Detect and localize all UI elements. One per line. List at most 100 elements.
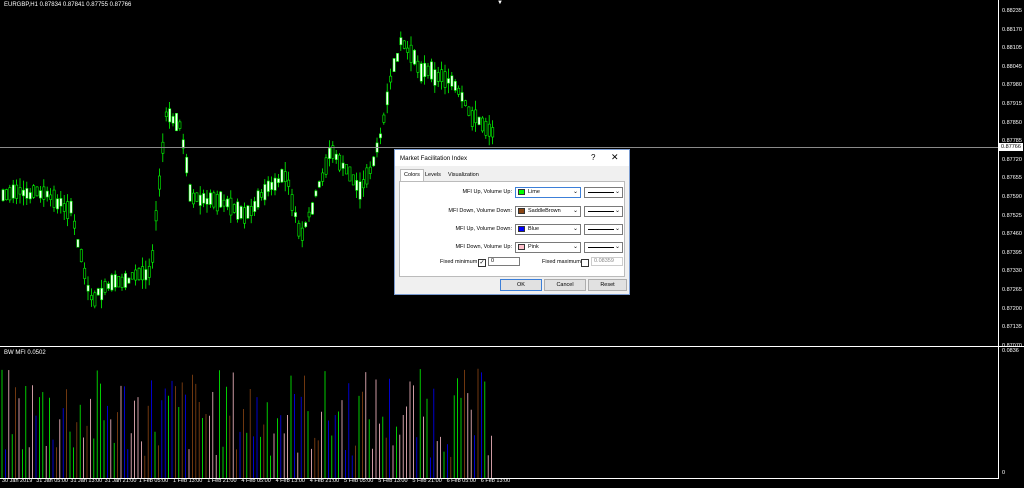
price-axis-label: 0.87525 [1002, 212, 1022, 219]
candle-body [1, 189, 5, 201]
candle-body [307, 211, 311, 218]
fixed-max-checkbox[interactable] [581, 259, 589, 267]
line-style-select-down-up[interactable]: ⌄ [584, 242, 623, 253]
candle-body [491, 127, 495, 138]
candle-body [266, 180, 270, 192]
candle-body [151, 250, 155, 263]
candle-body [453, 81, 457, 91]
candle-body [385, 91, 389, 106]
price-axis-label: 0.87200 [1002, 305, 1022, 312]
candle-body [304, 222, 308, 228]
candle-body [103, 281, 107, 293]
candle-body [222, 199, 226, 207]
candle-body [430, 61, 433, 80]
price-axis-label: 0.87850 [1002, 119, 1022, 126]
price-axis-label: 0.87655 [1002, 175, 1022, 182]
color-swatch [518, 208, 525, 214]
tab-levels[interactable]: Levels [422, 170, 444, 181]
chevron-down-icon: ⌄ [572, 208, 578, 214]
fixed-min-input[interactable] [488, 257, 520, 266]
chevron-down-icon: ⌄ [614, 189, 620, 195]
price-axis-label: 0.87590 [1002, 194, 1022, 200]
line-style-select-up-down[interactable]: ⌄ [584, 224, 623, 235]
candle-body [321, 172, 325, 182]
candle-body [365, 167, 369, 185]
time-axis-label: 5 Feb 21:00 [412, 478, 442, 484]
candle-body [419, 63, 423, 82]
candle-body [433, 69, 437, 86]
candle-body [52, 189, 56, 208]
candle-body [280, 169, 284, 183]
candle-body [273, 177, 277, 191]
time-axis-label: 5 Feb 13:00 [378, 478, 408, 484]
time-axis-label: 31 Jan 21:00 [104, 478, 137, 484]
candle-body [62, 203, 66, 212]
candle-body [447, 78, 450, 84]
chevron-down-icon: ⌄ [572, 189, 578, 195]
candle-body [90, 295, 93, 301]
fixed-max-input[interactable] [591, 257, 623, 266]
color-select-down-up[interactable]: Pink ⌄ [515, 242, 581, 253]
candle-body [328, 147, 331, 159]
candle-body [178, 121, 182, 129]
current-price-label: 0.87766 [999, 143, 1023, 151]
line-style-select-down-down[interactable]: ⌄ [584, 206, 623, 217]
time-axis-label: 1 Feb 13:00 [173, 478, 203, 484]
color-select-value: Pink [528, 244, 539, 250]
candle-body [5, 189, 8, 201]
chevron-down-icon: ⌄ [614, 244, 620, 250]
candle-body [243, 207, 246, 224]
fixed-min-label: Fixed minimum [440, 259, 478, 265]
tab-visualization[interactable]: Visualization [445, 170, 482, 181]
line-style-select-up-up[interactable]: ⌄ [584, 187, 623, 198]
pane-separator[interactable] [0, 346, 1024, 347]
fixed-min-checkbox[interactable]: ✓ [478, 259, 486, 267]
candle-body [76, 239, 80, 248]
color-select-down-down[interactable]: SaddleBrown ⌄ [515, 206, 581, 217]
color-swatch [518, 189, 525, 195]
price-axis-line [998, 0, 999, 478]
candle-body [399, 37, 403, 46]
candle-body [338, 154, 342, 171]
help-icon[interactable]: ? [591, 153, 595, 162]
candle-body [32, 185, 36, 198]
color-select-value: Lime [528, 189, 540, 195]
candle-body [402, 40, 406, 49]
candle-body [460, 92, 464, 102]
candle-body [440, 69, 444, 82]
time-axis-label: 1 Feb 21:00 [207, 478, 237, 484]
candle-body [324, 157, 328, 175]
reset-button[interactable]: Reset [588, 279, 627, 291]
candle-body [124, 273, 127, 288]
mfi-properties-dialog[interactable]: Market Facilitation Index ? ✕ Colors Lev… [394, 149, 630, 295]
candle-body [39, 190, 42, 199]
candle-body [56, 198, 59, 210]
candle-body [290, 194, 294, 211]
candle-body [22, 189, 25, 197]
candle-body [164, 111, 168, 118]
dialog-titlebar[interactable]: Market Facilitation Index ? ✕ [395, 150, 629, 166]
ok-button[interactable]: OK [500, 279, 542, 291]
current-price-line [0, 147, 998, 148]
chart-symbol-info: EURGBP,H1 0.87834 0.87841 0.87755 0.8776… [4, 2, 132, 8]
color-select-up-up[interactable]: Lime ⌄ [515, 187, 581, 198]
candle-body [212, 192, 216, 208]
candle-body [436, 72, 440, 82]
candle-body [158, 175, 161, 190]
candle-body [467, 106, 471, 116]
candle-body [198, 194, 202, 206]
cancel-button[interactable]: Cancel [544, 279, 586, 291]
candle-body [192, 192, 195, 205]
candle-body [249, 206, 253, 216]
candle-body [93, 292, 97, 307]
candle-body [215, 194, 219, 212]
color-select-up-down[interactable]: Blue ⌄ [515, 224, 581, 235]
candle-body [487, 123, 491, 137]
time-axis-label: 4 Feb 05:00 [241, 478, 271, 484]
close-icon[interactable]: ✕ [611, 152, 619, 163]
mfi-histogram[interactable] [0, 348, 998, 478]
candle-body [477, 116, 481, 125]
candle-body [86, 285, 90, 292]
price-axis-label: 0.87395 [1002, 249, 1022, 256]
candle-body [79, 249, 83, 262]
